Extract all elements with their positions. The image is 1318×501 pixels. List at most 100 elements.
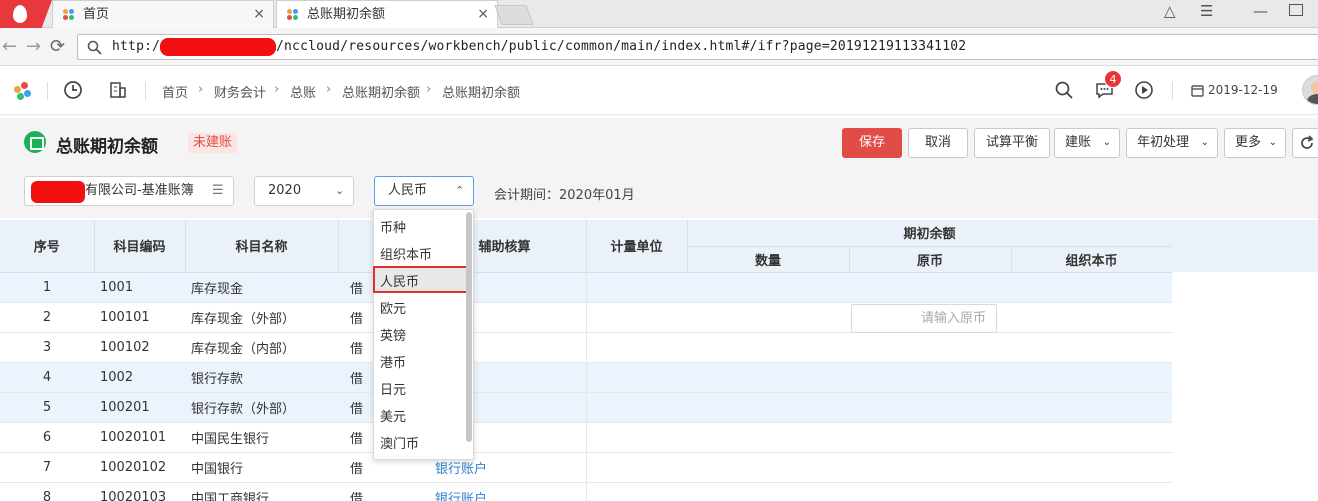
header-opening-balance: 期初余额 (687, 220, 1173, 247)
menu-icon[interactable]: ☰ (1200, 2, 1213, 20)
play-icon[interactable] (1134, 80, 1154, 100)
cell-qty[interactable] (687, 332, 849, 363)
breadcrumb-chevron-icon: › (274, 82, 280, 97)
url-field[interactable]: http:// /nccloud/resources/workbench/pub… (77, 34, 1318, 60)
dropdown-option[interactable]: 澳门币 (380, 433, 419, 452)
dropdown-option[interactable]: 币种 (380, 217, 406, 236)
cell-seq: 2 (0, 302, 94, 333)
cell-org[interactable] (1011, 392, 1172, 423)
cell-orig[interactable] (849, 392, 1011, 423)
cell-name: 中国民生银行 (185, 422, 338, 453)
dropdown-option[interactable]: 组织本币 (380, 244, 432, 263)
chevron-down-icon: ⌄ (1200, 137, 1209, 148)
cell-unit[interactable] (585, 452, 687, 483)
table-row[interactable]: 3100102库存现金（内部）借商 (0, 332, 1172, 363)
cell-unit[interactable] (585, 272, 687, 303)
cell-orig[interactable] (849, 362, 1011, 393)
cell-unit[interactable] (585, 482, 687, 501)
current-date: 2019-12-19 (1208, 83, 1278, 97)
app-logo-icon[interactable] (14, 82, 32, 100)
cell-unit[interactable] (585, 392, 687, 423)
cell-qty[interactable] (687, 302, 849, 333)
dropdown-option[interactable]: 港币 (380, 352, 406, 371)
build-account-button[interactable]: 建账 ⌄ (1054, 128, 1120, 158)
trial-balance-button[interactable]: 试算平衡 (974, 128, 1050, 158)
currency-select[interactable]: 人民币 ⌃ (374, 176, 474, 206)
avatar[interactable] (1302, 75, 1318, 105)
tab-home[interactable]: 首页 × (52, 0, 274, 28)
cell-qty[interactable] (687, 272, 849, 303)
cell-seq: 8 (0, 482, 94, 501)
cell-orig[interactable] (849, 422, 1011, 453)
cell-unit[interactable] (585, 332, 687, 363)
back-icon[interactable]: ← (2, 36, 17, 58)
breadcrumb-home[interactable]: 首页 (162, 82, 188, 101)
cell-seq: 6 (0, 422, 94, 453)
account-book-select[interactable]: 有限公司-基准账簿 ☰ (24, 176, 234, 206)
close-tab-icon[interactable]: × (253, 1, 265, 28)
cell-name: 银行存款 (185, 362, 338, 393)
building-icon[interactable] (109, 81, 127, 99)
cell-unit[interactable] (585, 302, 687, 333)
breadcrumb-opening[interactable]: 总账期初余额 (342, 82, 420, 101)
dropdown-option[interactable]: 英镑 (380, 325, 406, 344)
cell-unit[interactable] (585, 362, 687, 393)
year-select[interactable]: 2020 ⌄ (254, 176, 354, 206)
cell-qty[interactable] (687, 422, 849, 453)
cell-unit[interactable] (585, 422, 687, 453)
search-icon[interactable] (1055, 81, 1073, 99)
new-tab-button[interactable] (494, 5, 534, 25)
table-row[interactable]: 610020101中国民生银行借户 (0, 422, 1172, 453)
tab-opening-balance[interactable]: 总账期初余额 × (276, 0, 498, 28)
orig-amount-input[interactable]: 请输入原币 (851, 304, 997, 333)
more-button[interactable]: 更多 ⌄ (1224, 128, 1286, 158)
dropdown-option[interactable]: 美元 (380, 406, 406, 425)
cell-org[interactable] (1011, 272, 1172, 303)
breadcrumb-gl[interactable]: 总账 (290, 82, 316, 101)
close-tab-icon[interactable]: × (477, 1, 489, 28)
cell-org[interactable] (1011, 302, 1172, 333)
cell-org[interactable] (1011, 332, 1172, 363)
history-clock-icon[interactable] (63, 80, 83, 100)
dropdown-option[interactable]: 人民币 (380, 271, 419, 290)
cell-qty[interactable] (687, 482, 849, 501)
save-button[interactable]: 保存 (842, 128, 902, 158)
cell-orig[interactable] (849, 332, 1011, 363)
cell-org[interactable] (1011, 482, 1172, 501)
cancel-button[interactable]: 取消 (908, 128, 968, 158)
reload-icon[interactable]: ⟳ (50, 36, 65, 58)
app-header: 首页 › 财务会计 › 总账 › 总账期初余额 › 总账期初余额 4 2019-… (0, 67, 1318, 115)
cell-qty[interactable] (687, 392, 849, 423)
cell-qty[interactable] (687, 362, 849, 393)
minimize-icon[interactable]: — (1253, 2, 1268, 20)
table-row[interactable]: 1 1001 库存现金借 (0, 272, 1172, 303)
breadcrumb-finance[interactable]: 财务会计 (214, 82, 266, 101)
forward-icon[interactable]: → (26, 36, 41, 58)
balance-table: 序号 科目编码 科目名称 方 辅助核算 计量单位 期初余额 数量 原币 组织本币… (0, 220, 1318, 501)
chevron-down-icon: ⌄ (1268, 137, 1277, 148)
cell-orig[interactable] (849, 482, 1011, 501)
redaction-mark (160, 38, 276, 56)
dropdown-option[interactable]: 日元 (380, 379, 406, 398)
table-row[interactable]: 41002银行存款借户 (0, 362, 1172, 393)
maximize-icon[interactable] (1289, 4, 1303, 16)
cell-org[interactable] (1011, 422, 1172, 453)
cell-org[interactable] (1011, 362, 1172, 393)
year-start-button[interactable]: 年初处理 ⌄ (1126, 128, 1218, 158)
table-row[interactable]: 8 10020103 中国工商银行借银行账户 (0, 482, 1172, 501)
dropdown-option[interactable]: 欧元 (380, 298, 406, 317)
user-switch-icon[interactable]: △ (1164, 2, 1176, 20)
cell-org[interactable] (1011, 452, 1172, 483)
build-account-label: 建账 (1065, 135, 1092, 150)
calendar-icon (1191, 85, 1204, 97)
refresh-button[interactable] (1292, 128, 1318, 158)
list-icon[interactable]: ☰ (212, 177, 224, 205)
cell-orig[interactable] (849, 272, 1011, 303)
cell-code: 1001 (94, 272, 185, 303)
cell-qty[interactable] (687, 452, 849, 483)
table-row[interactable]: 5100201银行存款（外部）借户 (0, 392, 1172, 423)
table-row[interactable]: 7 10020102 中国银行借银行账户 (0, 452, 1172, 483)
cell-code: 100102 (94, 332, 185, 363)
scrollbar[interactable] (466, 212, 472, 442)
cell-orig[interactable] (849, 452, 1011, 483)
